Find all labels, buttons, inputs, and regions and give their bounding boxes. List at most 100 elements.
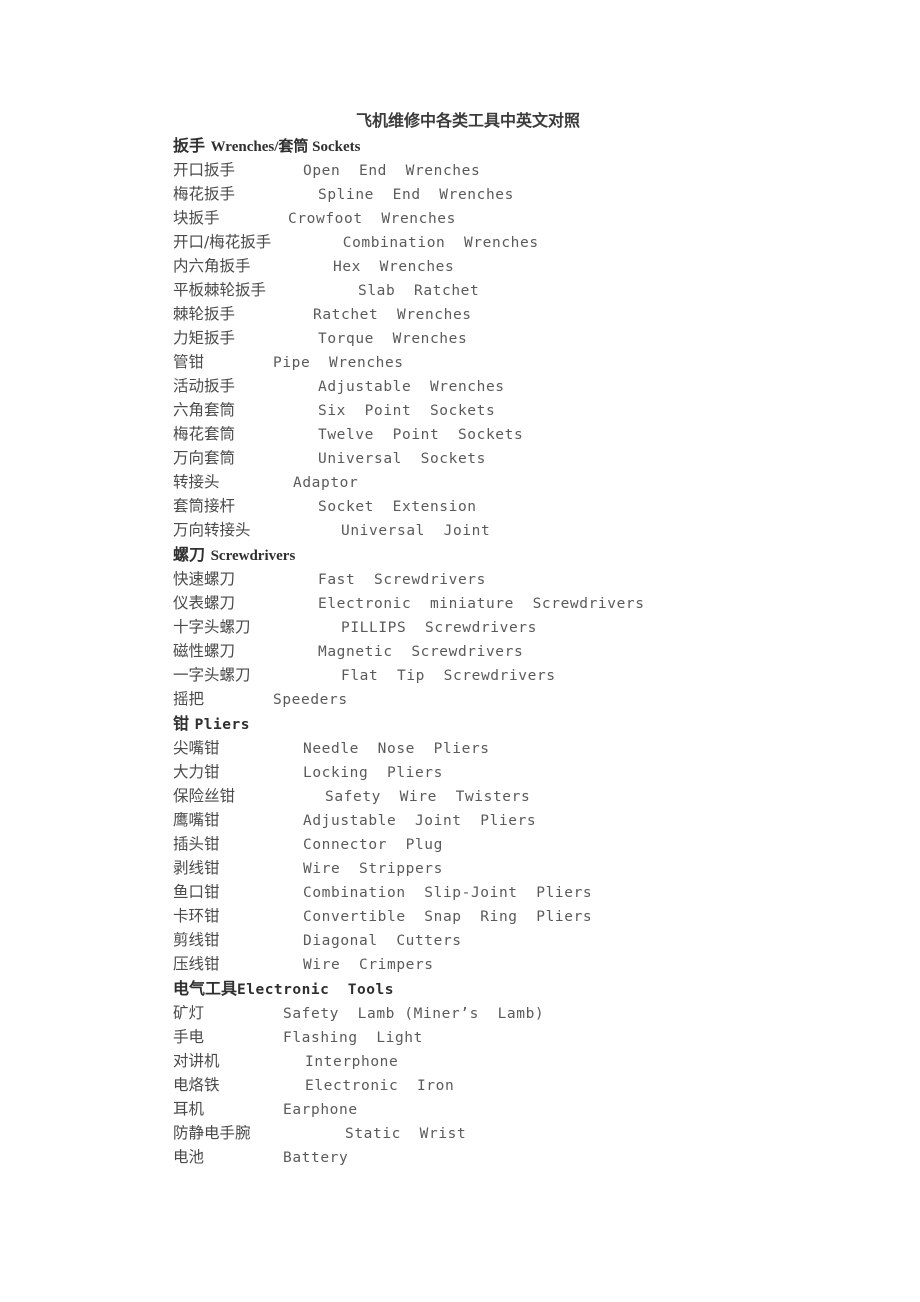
term-en: Crowfoot Wrenches — [288, 211, 456, 227]
glossary-row: 剥线钳 Wire Strippers — [173, 856, 913, 880]
glossary-row: 开口扳手 Open End Wrenches — [173, 158, 913, 182]
glossary-row: 磁性螺刀 Magnetic Screwdrivers — [173, 639, 913, 663]
term-en: Combination Slip-Joint Pliers — [303, 885, 593, 901]
term-cn: 磁性螺刀 — [173, 642, 236, 660]
term-cn: 一字头螺刀 — [173, 666, 251, 684]
term-cn: 摇把 — [173, 690, 205, 708]
term-en: Flat Tip Screwdrivers — [341, 668, 556, 684]
glossary-row: 耳机 Earphone — [173, 1097, 913, 1121]
section-heading-cn: 电气工具 — [173, 979, 238, 998]
term-cn: 尖嘴钳 — [173, 739, 220, 757]
term-en: Interphone — [305, 1054, 399, 1070]
term-en: Universal Joint — [341, 523, 491, 539]
term-cn: 万向转接头 — [173, 521, 251, 539]
term-en: Magnetic Screwdrivers — [318, 644, 524, 660]
section-heading-en: Screwdrivers — [210, 548, 296, 564]
glossary-row: 一字头螺刀 Flat Tip Screwdrivers — [173, 663, 913, 687]
glossary-row: 梅花套筒 Twelve Point Sockets — [173, 422, 913, 446]
term-cn: 转接头 — [173, 473, 220, 491]
section-heading-cn: 钳 — [173, 714, 195, 733]
glossary-row: 电池 Battery — [173, 1145, 913, 1169]
term-en: Speeders — [273, 692, 348, 708]
term-cn: 块扳手 — [173, 209, 220, 227]
term-en: Combination Wrenches — [342, 235, 539, 251]
term-cn: 梅花扳手 — [173, 185, 236, 203]
glossary-row: 仪表螺刀 Electronic miniature Screwdrivers — [173, 591, 913, 615]
term-en: Adjustable Wrenches — [318, 379, 505, 395]
section-heading-en: Electronic Tools — [237, 982, 394, 998]
term-en: Diagonal Cutters — [303, 933, 462, 949]
term-en: Ratchet Wrenches — [313, 307, 472, 323]
glossary-row: 保险丝钳 Safety Wire Twisters — [173, 784, 913, 808]
page-title: 飞机维修中各类工具中英文对照 — [355, 111, 580, 130]
term-cn: 快速螺刀 — [173, 570, 236, 588]
term-en: Safety Lamb (Miner’s Lamb) — [283, 1006, 545, 1022]
glossary-row: 十字头螺刀 PILLIPS Screwdrivers — [173, 615, 913, 639]
glossary-row: 尖嘴钳 Needle Nose Pliers — [173, 736, 913, 760]
term-en: Convertible Snap Ring Pliers — [303, 909, 593, 925]
term-cn: 万向套筒 — [173, 449, 236, 467]
term-en: Universal Sockets — [318, 451, 486, 467]
glossary-row: 六角套筒 Six Point Sockets — [173, 398, 913, 422]
term-en: Torque Wrenches — [318, 331, 468, 347]
term-cn: 对讲机 — [173, 1052, 220, 1070]
term-en: Safety Wire Twisters — [325, 789, 531, 805]
term-en: Electronic miniature Screwdrivers — [318, 596, 645, 612]
glossary-row: 梅花扳手 Spline End Wrenches — [173, 182, 913, 206]
term-en: Fast Screwdrivers — [318, 572, 486, 588]
term-cn: 防静电手腕 — [173, 1124, 251, 1142]
glossary-row: 棘轮扳手 Ratchet Wrenches — [173, 302, 913, 326]
glossary-row: 块扳手 Crowfoot Wrenches — [173, 206, 913, 230]
term-cn: 管钳 — [173, 353, 205, 371]
glossary-row: 剪线钳 Diagonal Cutters — [173, 928, 913, 952]
term-en: Electronic Iron — [305, 1078, 455, 1094]
term-cn: 保险丝钳 — [173, 787, 236, 805]
term-en: PILLIPS Screwdrivers — [341, 620, 537, 636]
term-en: Twelve Point Sockets — [318, 427, 524, 443]
term-en: Wire Strippers — [303, 861, 443, 877]
glossary-row: 鹰嘴钳 Adjustable Joint Pliers — [173, 808, 913, 832]
term-cn: 大力钳 — [173, 763, 220, 781]
term-cn: 内六角扳手 — [173, 257, 251, 275]
glossary-row: 万向套筒 Universal Sockets — [173, 446, 913, 470]
term-cn: 鹰嘴钳 — [173, 811, 220, 829]
term-en: Spline End Wrenches — [318, 187, 514, 203]
section-heading-cn: 螺刀 — [173, 545, 211, 564]
term-en: Locking Pliers — [303, 765, 443, 781]
section-heading-screwdrivers: 螺刀 Screwdrivers — [173, 542, 913, 567]
term-cn: 电池 — [173, 1148, 205, 1166]
glossary-row: 快速螺刀 Fast Screwdrivers — [173, 567, 913, 591]
glossary-row: 插头钳 Connector Plug — [173, 832, 913, 856]
glossary-row: 卡环钳 Convertible Snap Ring Pliers — [173, 904, 913, 928]
term-cn: 卡环钳 — [173, 907, 220, 925]
term-en: Static Wrist — [345, 1126, 467, 1142]
glossary-row: 压线钳 Wire Crimpers — [173, 952, 913, 976]
section-heading-electronic-tools: 电气工具Electronic Tools — [173, 976, 913, 1001]
glossary-row: 平板棘轮扳手 Slab Ratchet — [173, 278, 913, 302]
term-en: Connector Plug — [303, 837, 443, 853]
term-en: Open End Wrenches — [303, 163, 481, 179]
term-en: Socket Extension — [318, 499, 477, 515]
glossary-row: 手电 Flashing Light — [173, 1025, 913, 1049]
glossary-row: 摇把 Speeders — [173, 687, 913, 711]
term-cn: 耳机 — [173, 1100, 205, 1118]
term-cn: 鱼口钳 — [173, 883, 220, 901]
term-en: Six Point Sockets — [318, 403, 496, 419]
term-cn: 矿灯 — [173, 1004, 205, 1022]
glossary-row: 开口/梅花扳手 Combination Wrenches — [173, 230, 913, 254]
glossary-row: 管钳 Pipe Wrenches — [173, 350, 913, 374]
glossary-row: 转接头 Adaptor — [173, 470, 913, 494]
term-en: Needle Nose Pliers — [303, 741, 490, 757]
term-cn: 插头钳 — [173, 835, 220, 853]
term-cn: 力矩扳手 — [173, 329, 236, 347]
glossary-row: 力矩扳手 Torque Wrenches — [173, 326, 913, 350]
term-en: Adjustable Joint Pliers — [303, 813, 537, 829]
glossary-body: 扳手 Wrenches/套筒 Sockets 开口扳手 Open End Wrenc… — [173, 133, 913, 1169]
glossary-row: 内六角扳手 Hex Wrenches — [173, 254, 913, 278]
term-en: Earphone — [283, 1102, 358, 1118]
document-page: 飞机维修中各类工具中英文对照 扳手 Wrenches/套筒 Sockets 开口扳… — [0, 0, 920, 1302]
term-en: Pipe Wrenches — [273, 355, 404, 371]
term-cn: 手电 — [173, 1028, 205, 1046]
section-heading-cn: 扳手 — [173, 136, 211, 155]
term-cn: 六角套筒 — [173, 401, 236, 419]
